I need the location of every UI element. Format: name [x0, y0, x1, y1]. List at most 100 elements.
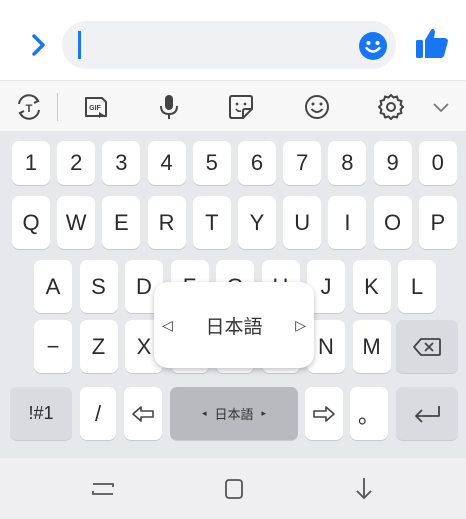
key-label: N: [318, 333, 334, 359]
key-label: Z: [91, 333, 106, 359]
popup-language-label: 日本語: [205, 316, 263, 338]
gif-button[interactable]: GIF: [73, 81, 119, 132]
key-label: Q: [22, 209, 40, 235]
translate-icon: T: [18, 93, 40, 120]
home-icon[interactable]: [219, 474, 249, 504]
key-label: 2: [70, 150, 83, 175]
key[interactable]: Y: [238, 196, 276, 249]
key-label: K: [364, 273, 379, 299]
key[interactable]: 9: [373, 141, 412, 185]
key-label: M: [362, 333, 381, 359]
arrow-right-icon: [313, 405, 335, 422]
popup-next-icon[interactable]: ▷: [295, 317, 306, 334]
svg-text:T: T: [26, 103, 33, 115]
key[interactable]: 1: [12, 141, 50, 185]
gif-icon: GIF: [85, 96, 107, 118]
cursor-right-key[interactable]: [305, 387, 343, 440]
key-label: −: [46, 333, 60, 359]
key[interactable]: 6: [238, 141, 276, 185]
key-label: R: [158, 209, 175, 235]
collapse-chevron-icon: [433, 102, 449, 112]
sticker-icon: [229, 94, 253, 119]
key-label: 7: [296, 150, 309, 175]
svg-text:GIF: GIF: [89, 105, 101, 112]
key[interactable]: U: [283, 196, 322, 249]
key[interactable]: −: [34, 320, 72, 373]
period-key[interactable]: 。: [350, 387, 388, 440]
key-label: O: [384, 209, 402, 235]
key[interactable]: O: [373, 196, 412, 249]
emoji-button[interactable]: [294, 81, 340, 132]
key-label: 5: [205, 150, 218, 175]
key-label: 4: [160, 150, 173, 175]
message-input[interactable]: [62, 21, 396, 69]
key[interactable]: E: [102, 196, 141, 249]
key[interactable]: W: [57, 196, 96, 249]
toolbar-divider: [57, 93, 58, 121]
language-popup: ◁ 日本語 ▷: [154, 282, 314, 368]
key-label: X: [136, 333, 152, 359]
key-label: Y: [249, 209, 265, 235]
key[interactable]: P: [418, 196, 457, 249]
key[interactable]: K: [352, 260, 391, 313]
key-label: W: [65, 209, 87, 235]
collapse-toolbar-button[interactable]: [418, 81, 464, 132]
message-bar: [0, 0, 466, 80]
smiley-icon[interactable]: [358, 31, 388, 61]
keyboard-settings-button[interactable]: [368, 81, 414, 132]
key[interactable]: A: [34, 260, 72, 313]
key-label: I: [344, 209, 351, 235]
key-label: 3: [115, 150, 128, 175]
symbols-key[interactable]: !#1: [10, 387, 72, 440]
key-label: J: [320, 273, 332, 299]
key-label: L: [410, 273, 424, 299]
key-label: E: [114, 209, 129, 235]
key[interactable]: Q: [12, 196, 50, 249]
enter-key[interactable]: [396, 387, 458, 440]
key-label: U: [294, 209, 311, 235]
recent-apps-icon[interactable]: [88, 474, 118, 504]
key-label: 8: [341, 150, 354, 175]
language-prev-icon: ◂: [201, 408, 207, 418]
key[interactable]: 3: [102, 141, 141, 185]
key-label: S: [91, 273, 106, 299]
text-caret: [78, 31, 81, 59]
key-label: P: [430, 209, 446, 235]
key[interactable]: R: [147, 196, 186, 249]
key[interactable]: 8: [328, 141, 367, 185]
period-key-label: 。: [357, 402, 380, 428]
key[interactable]: M: [352, 320, 391, 373]
space-key[interactable]: ◂ 日本語 ▸: [170, 387, 298, 440]
emoji-icon: [305, 94, 329, 119]
voice-input-button[interactable]: [146, 81, 192, 132]
key[interactable]: S: [79, 260, 118, 313]
key[interactable]: I: [328, 196, 367, 249]
key[interactable]: 5: [192, 141, 231, 185]
chevron-right-icon[interactable]: [24, 30, 54, 60]
slash-key[interactable]: /: [80, 387, 116, 440]
thumbs-up-icon[interactable]: [414, 25, 450, 61]
arrow-left-icon: [132, 405, 154, 422]
key[interactable]: L: [398, 260, 436, 313]
key[interactable]: 4: [147, 141, 186, 185]
key[interactable]: 0: [418, 141, 457, 185]
sticker-button[interactable]: [218, 81, 264, 132]
settings-icon: [378, 93, 404, 120]
enter-icon: [415, 405, 440, 423]
backspace-icon: [413, 337, 441, 356]
language-next-icon: ▸: [261, 408, 267, 418]
microphone-icon: [160, 94, 178, 119]
key-label: D: [136, 273, 152, 299]
popup-prev-icon[interactable]: ◁: [162, 317, 173, 334]
back-icon[interactable]: [349, 474, 379, 504]
backspace-key[interactable]: [396, 320, 458, 373]
key-label: T: [205, 209, 219, 235]
key-label: 9: [386, 150, 399, 175]
cursor-left-key[interactable]: [124, 387, 162, 440]
key[interactable]: T: [192, 196, 231, 249]
key[interactable]: 2: [57, 141, 96, 185]
slash-key-label: /: [94, 400, 102, 426]
key[interactable]: 7: [283, 141, 322, 185]
translate-button[interactable]: T: [6, 81, 52, 132]
key[interactable]: Z: [79, 320, 118, 373]
